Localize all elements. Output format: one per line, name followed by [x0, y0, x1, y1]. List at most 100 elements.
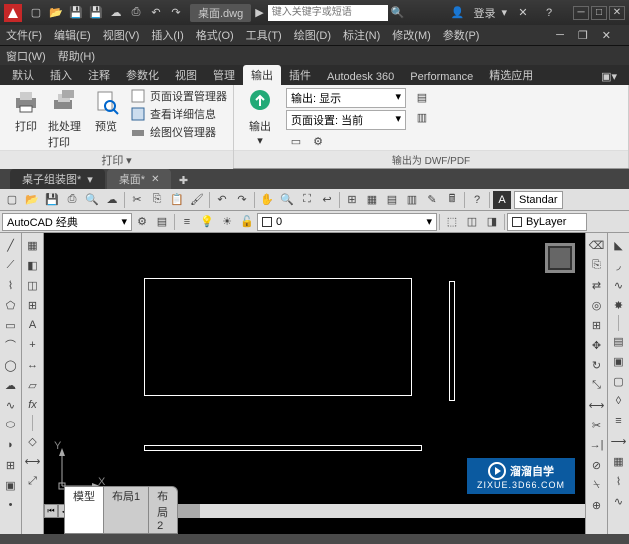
layer-iso-icon[interactable]: ◫ — [463, 213, 481, 231]
menu-tools[interactable]: 工具(T) — [246, 27, 282, 43]
plotter-manager-button[interactable]: 绘图仪管理器 — [130, 124, 227, 140]
join-icon[interactable]: ⊕ — [588, 496, 606, 514]
gradient-icon[interactable]: ◧ — [24, 256, 42, 274]
make-block-icon[interactable]: ▣ — [2, 476, 20, 494]
menu-file[interactable]: 文件(F) — [6, 27, 42, 43]
draworder-icon[interactable]: ▤ — [610, 332, 628, 350]
export-button[interactable]: 输出 ▾ — [242, 88, 278, 150]
edit-spline-icon[interactable]: ∿ — [610, 492, 628, 510]
polygon-icon[interactable]: ⬠ — [2, 296, 20, 314]
layer-bulb-icon[interactable]: 💡 — [198, 213, 216, 231]
ellipse-icon[interactable]: ⬭ — [2, 416, 20, 434]
save-file-icon[interactable]: 💾 — [43, 191, 61, 209]
redo-icon[interactable]: ↷ — [167, 4, 185, 22]
scroll-first-icon[interactable]: ⏮ — [44, 504, 58, 518]
menu-modify[interactable]: 修改(M) — [392, 27, 431, 43]
stretch-icon[interactable]: ⟷ — [588, 396, 606, 414]
output-display-dropdown[interactable]: 输出: 显示▾ — [286, 88, 406, 108]
constraint-icon[interactable]: ◇ — [24, 432, 42, 450]
sheet-set-icon[interactable]: ▥ — [403, 191, 421, 209]
align-icon[interactable]: ≡ — [610, 412, 628, 430]
chamfer-icon[interactable]: ◣ — [610, 236, 628, 254]
layer-sun-icon[interactable]: ☀ — [218, 213, 236, 231]
close-icon[interactable]: ✕ — [151, 174, 159, 185]
xline-icon[interactable]: ⟋ — [2, 256, 20, 274]
exchange-icon[interactable]: ✕ — [514, 4, 532, 22]
layer-lock-icon[interactable]: 🔓 — [238, 213, 256, 231]
export-dropdown-icon[interactable]: ▾ — [257, 134, 263, 147]
color-combo[interactable]: ByLayer — [507, 213, 587, 231]
workspace-combo[interactable]: AutoCAD 经典▾ — [2, 213, 132, 231]
ribbon-tab-insert[interactable]: 插入 — [42, 65, 80, 85]
drawing-canvas[interactable]: Y X 溜溜自学 ZIXUE.3D66.COM ⏮ ◀ ▶ ⏭ 模型 布局1 布… — [44, 233, 585, 534]
copy2-icon[interactable]: ⎘ — [588, 256, 606, 274]
revcloud-icon[interactable]: ☁ — [2, 376, 20, 394]
app-logo[interactable] — [4, 4, 22, 22]
publish-icon[interactable]: ☁ — [103, 191, 121, 209]
undo2-icon[interactable]: ↶ — [213, 191, 231, 209]
menu-parameters[interactable]: 参数(P) — [443, 27, 480, 43]
group-icon[interactable]: ▣ — [610, 352, 628, 370]
menu-view[interactable]: 视图(V) — [103, 27, 140, 43]
cut-icon[interactable]: ✂ — [128, 191, 146, 209]
layout1-tab[interactable]: 布局1 — [103, 486, 149, 534]
print-icon[interactable]: ⎙ — [127, 4, 145, 22]
user-icon[interactable]: 👤 — [448, 4, 466, 22]
scale-icon[interactable]: ⤡ — [588, 376, 606, 394]
doc-close-button[interactable]: ✕ — [602, 29, 611, 42]
doc-tab-1[interactable]: 桌子组装图*▾ — [10, 169, 105, 189]
erase-icon[interactable]: ⌫ — [588, 236, 606, 254]
dim-aligned-icon[interactable]: ⤢ — [24, 472, 42, 490]
view-cube[interactable] — [545, 243, 575, 273]
rectangle-icon[interactable]: ▭ — [2, 316, 20, 334]
minimize-button[interactable]: ─ — [573, 6, 589, 20]
drawing-rect-3[interactable] — [144, 445, 422, 451]
export-opt1-button[interactable]: ▭ — [287, 132, 305, 150]
search-input[interactable] — [268, 5, 388, 21]
add-tab-button[interactable]: ✚ — [174, 171, 192, 189]
text-style-icon[interactable]: A — [493, 191, 511, 209]
menu-help[interactable]: 帮助(H) — [58, 48, 95, 64]
pan-icon[interactable]: ✋ — [258, 191, 276, 209]
saveas-icon[interactable]: 💾 — [87, 4, 105, 22]
drawing-rect-2[interactable] — [449, 281, 455, 401]
edit-polyline-icon[interactable]: ⌇ — [610, 472, 628, 490]
add-selected-icon[interactable]: + — [24, 336, 42, 354]
point-icon[interactable]: • — [2, 496, 20, 514]
wipeout-icon[interactable]: ◊ — [610, 392, 628, 410]
batch-print-button[interactable]: 批处理打印 — [48, 88, 84, 150]
layer-prev-icon[interactable]: ◨ — [483, 213, 501, 231]
design-center-icon[interactable]: ▦ — [363, 191, 381, 209]
line-icon[interactable]: ╱ — [2, 236, 20, 254]
area-icon[interactable]: ▱ — [24, 376, 42, 394]
ribbon-tab-performance[interactable]: Performance — [402, 69, 481, 85]
paste-icon[interactable]: 📋 — [168, 191, 186, 209]
redo2-icon[interactable]: ↷ — [233, 191, 251, 209]
ribbon-tab-default[interactable]: 默认 — [4, 65, 42, 85]
menu-dimension[interactable]: 标注(N) — [343, 27, 380, 43]
polyline-icon[interactable]: ⌇ — [2, 276, 20, 294]
help-icon[interactable]: ? — [540, 4, 558, 22]
open-icon[interactable]: 📂 — [47, 4, 65, 22]
fillet-icon[interactable]: ◞ — [610, 256, 628, 274]
doc-restore-button[interactable]: ❐ — [578, 29, 588, 42]
menu-insert[interactable]: 插入(I) — [151, 27, 183, 43]
copy-icon[interactable]: ⎘ — [148, 191, 166, 209]
dim-linear-icon[interactable]: ⟷ — [24, 452, 42, 470]
blend-icon[interactable]: ∿ — [610, 276, 628, 294]
arc-icon[interactable]: ⌒ — [2, 336, 20, 354]
field-icon[interactable]: fx — [24, 396, 42, 414]
filename-display[interactable]: 桌面.dwg — [190, 4, 251, 22]
match-icon[interactable]: 🖌 — [188, 191, 206, 209]
ribbon-tab-annotate[interactable]: 注释 — [80, 65, 118, 85]
login-link[interactable]: 登录 — [473, 5, 495, 21]
ellipse-arc-icon[interactable]: ◗ — [2, 436, 20, 454]
layer-state-icon[interactable]: ⬚ — [443, 213, 461, 231]
break-icon[interactable]: ⍀ — [588, 476, 606, 494]
export-opt2-button[interactable]: ⚙ — [309, 132, 327, 150]
new-file-icon[interactable]: ▢ — [3, 191, 21, 209]
zoom-realtime-icon[interactable]: 🔍 — [278, 191, 296, 209]
workspace-opt-icon[interactable]: ▤ — [153, 213, 171, 231]
ribbon-tab-addins[interactable]: 插件 — [281, 65, 319, 85]
mtext-icon[interactable]: A — [24, 316, 42, 334]
